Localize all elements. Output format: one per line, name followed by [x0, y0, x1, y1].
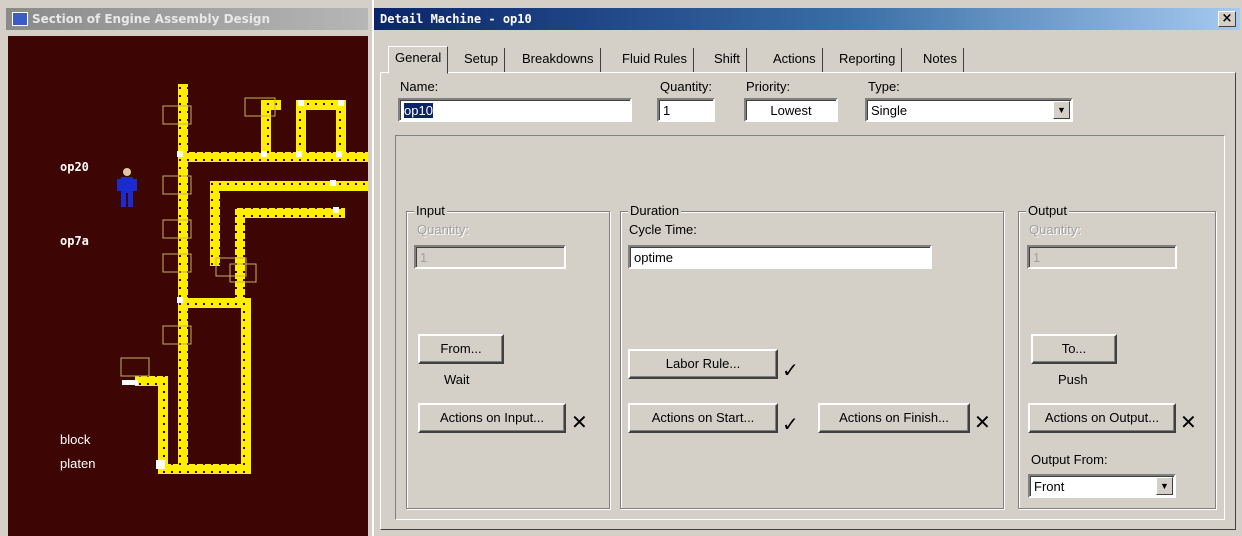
output-from-label: Output From: — [1031, 452, 1108, 467]
output-rule-text: Push — [1058, 372, 1088, 387]
label-platen: platen — [60, 456, 96, 471]
quantity-input[interactable]: 1 — [657, 98, 715, 122]
name-input[interactable]: op10 — [398, 98, 632, 122]
layout-window-titlebar[interactable]: Section of Engine Assembly Design — [6, 8, 368, 30]
dropdown-arrow-icon[interactable]: ▼ — [1053, 101, 1070, 119]
from-button[interactable]: From... — [418, 334, 504, 364]
label-block: block — [60, 432, 91, 447]
app-icon — [12, 12, 28, 26]
cross-icon: ✕ — [974, 410, 991, 434]
output-group-title: Output — [1026, 203, 1070, 218]
input-quantity-input: 1 — [414, 245, 566, 269]
dropdown-arrow-icon[interactable]: ▼ — [1156, 477, 1173, 495]
to-button[interactable]: To... — [1031, 334, 1117, 364]
check-icon: ✓ — [782, 412, 799, 436]
priority-label: Priority: — [746, 79, 791, 94]
layout-window: Section of Engine Assembly Design op20 o… — [0, 0, 372, 536]
input-group-title: Input — [414, 203, 447, 218]
output-quantity-input: 1 — [1027, 245, 1177, 269]
duration-group-title: Duration — [628, 203, 682, 218]
output-from-select[interactable]: Front ▼ — [1028, 474, 1176, 498]
close-icon[interactable]: × — [1218, 11, 1236, 27]
tab-actions[interactable]: Actions — [767, 48, 823, 72]
labor-rule-button[interactable]: Labor Rule... — [628, 349, 778, 379]
output-quantity-label: Quantity: — [1029, 222, 1082, 237]
tab-breakdowns[interactable]: Breakdowns — [516, 48, 601, 72]
tab-general[interactable]: General — [388, 46, 449, 74]
tab-reporting[interactable]: Reporting — [833, 48, 903, 72]
actions-on-output-button[interactable]: Actions on Output... — [1028, 403, 1176, 433]
label-op20: op20 — [60, 160, 89, 174]
type-label: Type: — [868, 79, 900, 94]
operator-icon[interactable] — [112, 166, 142, 208]
quantity-label: Quantity: — [660, 79, 713, 94]
tab-shift[interactable]: Shift — [708, 48, 748, 72]
actions-on-start-button[interactable]: Actions on Start... — [628, 403, 778, 433]
station-boxes — [120, 97, 276, 377]
check-icon: ✓ — [782, 358, 799, 382]
dialog-titlebar[interactable]: Detail Machine - op10 × — [374, 8, 1240, 30]
actions-on-input-button[interactable]: Actions on Input... — [418, 403, 566, 433]
conveyor-paths — [135, 84, 368, 474]
tab-fluid-rules[interactable]: Fluid Rules — [616, 48, 695, 72]
model-layout-canvas[interactable]: op20 op7a block platen — [8, 36, 368, 536]
cross-icon: ✕ — [571, 410, 588, 434]
label-op7a: op7a — [60, 234, 89, 248]
dialog-title: Detail Machine - op10 — [380, 12, 532, 26]
input-rule-text: Wait — [444, 372, 470, 387]
cycle-time-label: Cycle Time: — [629, 222, 697, 237]
priority-input[interactable]: Lowest — [744, 98, 838, 122]
tab-setup[interactable]: Setup — [458, 48, 505, 72]
cross-icon: ✕ — [1180, 410, 1197, 434]
layout-window-title: Section of Engine Assembly Design — [32, 12, 271, 26]
input-quantity-label: Quantity: — [417, 222, 470, 237]
name-label: Name: — [400, 79, 439, 94]
type-select[interactable]: Single ▼ — [865, 98, 1073, 122]
actions-on-finish-button[interactable]: Actions on Finish... — [818, 403, 970, 433]
tab-notes[interactable]: Notes — [917, 48, 964, 72]
cycle-time-input[interactable]: optime — [628, 245, 932, 269]
